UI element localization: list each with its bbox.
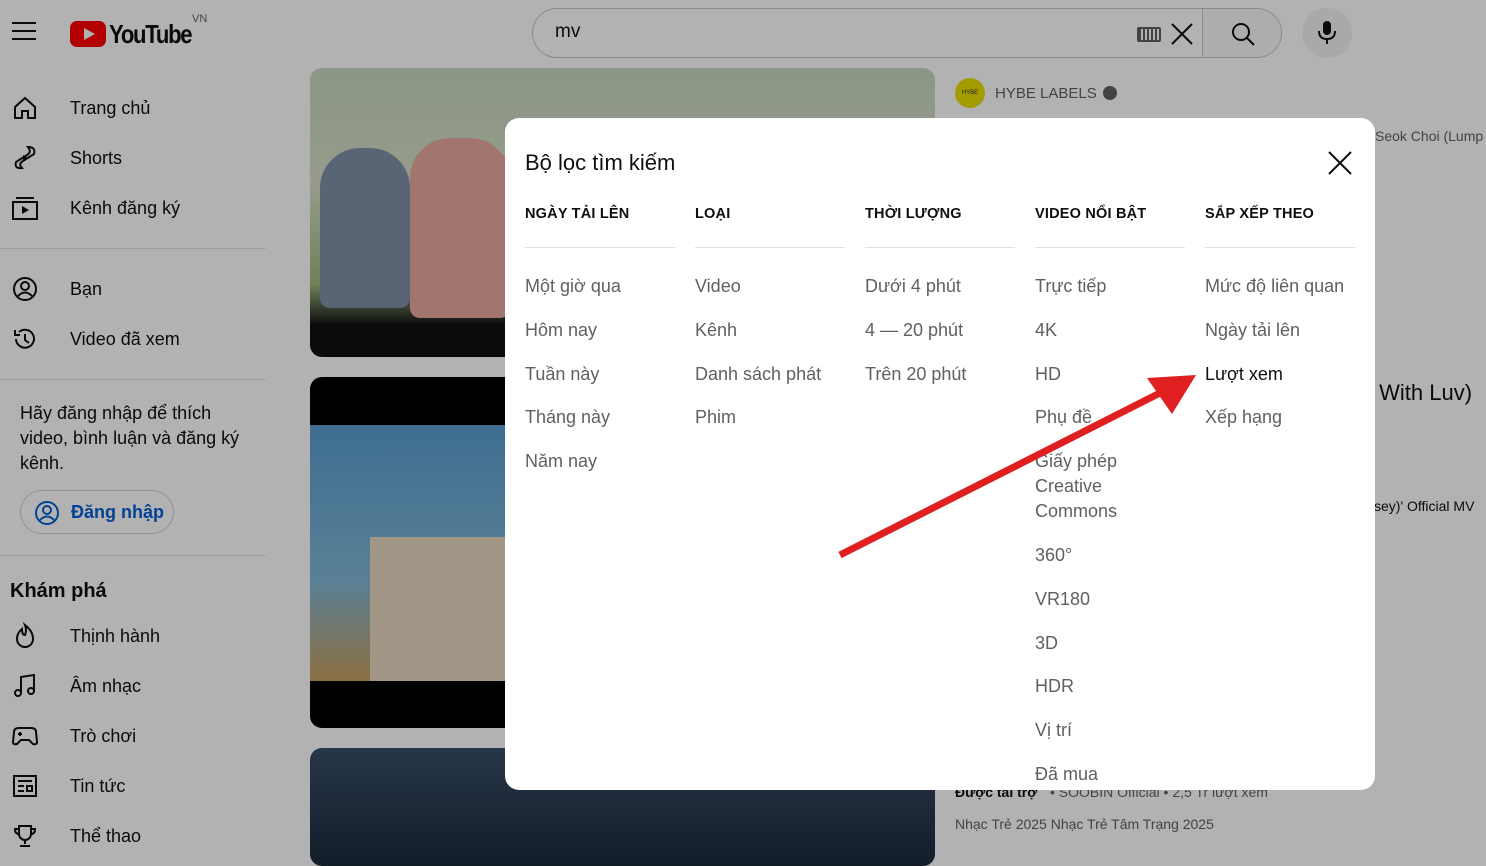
filter-option[interactable]: 360° [1035, 543, 1185, 568]
column-heading: VIDEO NỔI BẬT [1035, 206, 1185, 248]
filter-option[interactable]: Trên 20 phút [865, 362, 1015, 387]
filter-option[interactable]: 4K [1035, 318, 1185, 343]
column-heading: THỜI LƯỢNG [865, 206, 1015, 248]
filter-option[interactable]: Mức độ liên quan [1205, 274, 1355, 299]
filter-option[interactable]: Phim [695, 405, 845, 430]
filter-option[interactable]: Đã mua [1035, 762, 1185, 787]
filter-option[interactable]: Năm nay [525, 449, 675, 474]
search-filters-dialog: Bộ lọc tìm kiếm NGÀY TẢI LÊN Một giờ qua… [505, 118, 1375, 790]
filter-option[interactable]: Trực tiếp [1035, 274, 1185, 299]
filter-option[interactable]: Một giờ qua [525, 274, 675, 299]
filter-option[interactable]: 3D [1035, 631, 1185, 656]
filter-option[interactable]: Ngày tải lên [1205, 318, 1355, 343]
filter-option[interactable]: Hôm nay [525, 318, 675, 343]
filter-option[interactable]: Giấy phép Creative Commons [1035, 449, 1185, 524]
filter-column-duration: THỜI LƯỢNG Dưới 4 phút 4 — 20 phút Trên … [865, 206, 1015, 405]
column-heading: LOẠI [695, 206, 845, 248]
filter-column-upload-date: NGÀY TẢI LÊN Một giờ qua Hôm nay Tuần nà… [525, 206, 675, 493]
filter-option[interactable]: Tháng này [525, 405, 675, 430]
filter-option[interactable]: Danh sách phát [695, 362, 845, 387]
close-icon[interactable] [1325, 148, 1355, 178]
filter-option[interactable]: HDR [1035, 674, 1185, 699]
filter-column-sort-by: SẮP XẾP THEO Mức độ liên quan Ngày tải l… [1205, 206, 1355, 449]
filter-option[interactable]: Video [695, 274, 845, 299]
filter-option[interactable]: Vị trí [1035, 718, 1185, 743]
filter-option[interactable]: Phụ đề [1035, 405, 1185, 430]
filter-option-selected[interactable]: Lượt xem [1205, 362, 1355, 387]
filter-option[interactable]: Kênh [695, 318, 845, 343]
column-heading: NGÀY TẢI LÊN [525, 206, 675, 248]
filter-column-features: VIDEO NỔI BẬT Trực tiếp 4K HD Phụ đề Giấ… [1035, 206, 1185, 806]
filter-option[interactable]: HD [1035, 362, 1185, 387]
filter-option[interactable]: Xếp hạng [1205, 405, 1355, 430]
dialog-title: Bộ lọc tìm kiếm [525, 150, 676, 175]
filter-option[interactable]: Tuần này [525, 362, 675, 387]
filter-column-type: LOẠI Video Kênh Danh sách phát Phim [695, 206, 845, 449]
filter-option[interactable]: VR180 [1035, 587, 1185, 612]
filter-option[interactable]: Dưới 4 phút [865, 274, 1015, 299]
filter-option[interactable]: 4 — 20 phút [865, 318, 1015, 343]
column-heading: SẮP XẾP THEO [1205, 206, 1355, 248]
